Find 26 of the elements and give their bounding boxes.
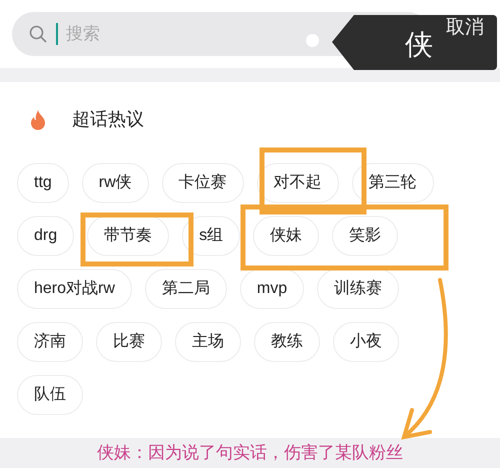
topic-tag[interactable]: ttg [17, 163, 69, 203]
topic-tag[interactable]: 侠妹 [253, 216, 320, 256]
topic-tag[interactable]: hero对战rw [17, 269, 132, 309]
topic-tag[interactable]: 队伍 [17, 375, 83, 415]
topic-tag[interactable]: 比赛 [96, 322, 162, 362]
topic-tag[interactable]: 小夜 [333, 322, 399, 362]
cancel-button[interactable]: 取消 [446, 14, 484, 42]
topic-tag[interactable]: 教练 [254, 322, 320, 362]
topic-tag[interactable]: 第三轮 [352, 163, 434, 203]
topic-tag[interactable]: 训练赛 [317, 269, 400, 309]
topic-tag[interactable]: 带节奏 [87, 216, 170, 256]
topic-tag[interactable]: drg [17, 216, 74, 256]
topic-tag[interactable]: 第二局 [144, 269, 227, 309]
section-title: 超话热议 [72, 108, 144, 131]
flame-icon [28, 108, 48, 130]
search-input[interactable]: 搜索 [66, 21, 266, 47]
topic-tag[interactable]: mvp [240, 269, 304, 309]
search-icon [28, 24, 48, 44]
topic-tag[interactable]: rw侠 [82, 163, 149, 203]
topic-tag[interactable]: 济南 [17, 322, 83, 362]
topic-tag[interactable]: 卡位赛 [162, 163, 244, 203]
post-preview-text: 侠妹：因为说了句实话，伤害了某队粉丝 [97, 442, 403, 464]
topic-tag[interactable]: 主场 [175, 322, 241, 362]
topic-tag[interactable]: s组 [182, 216, 240, 256]
topic-tag[interactable]: 对不起 [256, 163, 339, 203]
topic-tag[interactable]: 笑影 [332, 216, 398, 256]
